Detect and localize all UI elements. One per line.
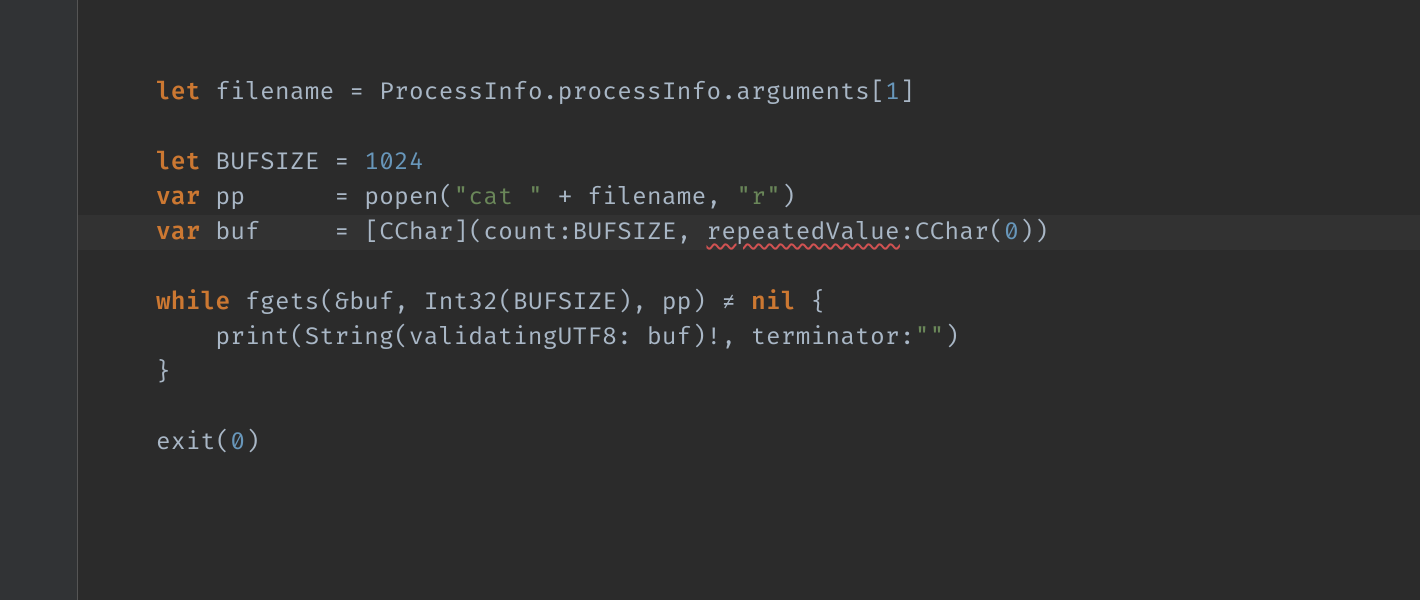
token-op: , bbox=[394, 288, 409, 317]
token-string: "cat " bbox=[454, 183, 543, 212]
token-string: "r" bbox=[736, 183, 781, 212]
token-num: 0 bbox=[1004, 218, 1019, 247]
code-line[interactable]: print(String(validatingUTF8: buf)!, term… bbox=[156, 323, 959, 352]
code-line[interactable]: } bbox=[156, 358, 171, 387]
token-op: [ bbox=[870, 78, 885, 107]
code-block[interactable]: let filename = ProcessInfo.processInfo.a… bbox=[78, 0, 1049, 460]
token-plain bbox=[736, 288, 751, 317]
token-op: . bbox=[721, 78, 736, 107]
token-op: ) bbox=[245, 428, 260, 457]
token-num: 1 bbox=[885, 78, 900, 107]
token-string: "" bbox=[915, 323, 945, 352]
token-op: ) bbox=[781, 183, 796, 212]
token-op: , bbox=[677, 218, 692, 247]
token-plain: :CChar( bbox=[900, 218, 1004, 247]
code-line[interactable]: var pp = popen("cat " + filename, "r") bbox=[156, 183, 796, 212]
token-plain: BUFSIZE bbox=[201, 148, 335, 177]
token-kw: var bbox=[156, 218, 201, 247]
token-op: )) bbox=[1019, 218, 1049, 247]
token-ident: buf bbox=[349, 288, 394, 317]
token-op: , bbox=[707, 183, 722, 212]
code-line[interactable]: while fgets(&buf, Int32(BUFSIZE), pp) ≠ … bbox=[156, 288, 826, 317]
token-op: + bbox=[558, 183, 573, 212]
code-area[interactable]: let filename = ProcessInfo.processInfo.a… bbox=[78, 0, 1420, 600]
token-num: 1024 bbox=[364, 148, 424, 177]
token-plain: filename bbox=[201, 78, 350, 107]
token-op: { bbox=[796, 288, 826, 317]
token-ident: arguments bbox=[736, 78, 870, 107]
token-plain: pp) bbox=[647, 288, 721, 317]
code-editor[interactable]: let filename = ProcessInfo.processInfo.a… bbox=[0, 0, 1420, 600]
token-plain bbox=[692, 218, 707, 247]
token-op: & bbox=[335, 288, 350, 317]
code-line[interactable]: let filename = ProcessInfo.processInfo.a… bbox=[156, 78, 915, 107]
token-plain: popen( bbox=[349, 183, 453, 212]
token-plain: pp bbox=[201, 183, 335, 212]
token-op: ! bbox=[706, 323, 721, 352]
token-op: = bbox=[335, 183, 350, 212]
token-plain: exit( bbox=[156, 428, 230, 457]
token-kw: var bbox=[156, 183, 201, 212]
token-plain: Int32(BUFSIZE) bbox=[409, 288, 632, 317]
code-line[interactable]: let BUFSIZE = 1024 bbox=[156, 148, 424, 177]
token-op: . bbox=[543, 78, 558, 107]
code-line[interactable]: exit(0) bbox=[156, 428, 260, 457]
token-plain bbox=[721, 183, 736, 212]
token-plain bbox=[543, 183, 558, 212]
token-ident: filename bbox=[573, 183, 707, 212]
code-line[interactable]: var buf = [CChar](count:BUFSIZE, repeate… bbox=[156, 218, 1049, 247]
token-err: repeatedValue bbox=[707, 218, 900, 247]
token-kw: nil bbox=[751, 288, 796, 317]
token-num: 0 bbox=[230, 428, 245, 457]
token-op: , bbox=[632, 288, 647, 317]
token-ident: processInfo bbox=[558, 78, 722, 107]
token-op: = bbox=[349, 78, 364, 107]
token-kw: let bbox=[156, 78, 201, 107]
token-plain: fgets( bbox=[230, 288, 334, 317]
token-plain: buf bbox=[201, 218, 335, 247]
token-op: , bbox=[721, 323, 736, 352]
token-op: = bbox=[335, 148, 350, 177]
editor-gutter bbox=[0, 0, 78, 600]
token-op: = bbox=[335, 218, 350, 247]
token-plain: terminator: bbox=[736, 323, 915, 352]
token-op: ) bbox=[945, 323, 960, 352]
token-plain bbox=[349, 148, 364, 177]
token-plain: print(String(validatingUTF8: buf) bbox=[156, 323, 706, 352]
token-type: ProcessInfo bbox=[364, 78, 543, 107]
token-op: } bbox=[156, 358, 171, 387]
token-kw: while bbox=[156, 288, 230, 317]
token-op: ] bbox=[900, 78, 915, 107]
token-plain: [CChar](count:BUFSIZE bbox=[349, 218, 676, 247]
token-kw: let bbox=[156, 148, 201, 177]
token-op: ≠ bbox=[721, 288, 736, 317]
